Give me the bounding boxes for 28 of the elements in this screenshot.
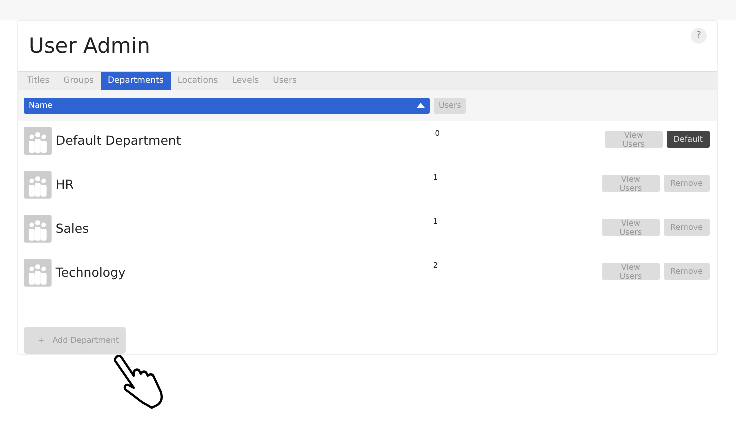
department-name: Default Department	[56, 133, 182, 148]
row-button[interactable]: View Users	[602, 219, 660, 236]
row-button[interactable]: Remove	[664, 175, 710, 192]
group-icon	[24, 171, 52, 199]
row-button[interactable]: View Users	[602, 263, 660, 280]
help-button[interactable]: ?	[691, 28, 707, 44]
row-button[interactable]: Default	[666, 131, 710, 148]
page-title: User Admin	[29, 34, 150, 58]
tab[interactable]: Titles	[20, 72, 57, 90]
group-icon	[24, 127, 52, 155]
row-button[interactable]: Remove	[664, 263, 710, 280]
department-name: HR	[56, 177, 75, 192]
add-department-button[interactable]: + Add Department	[24, 327, 126, 354]
sort-column[interactable]: Name	[24, 98, 430, 114]
tab[interactable]: Levels	[225, 72, 266, 90]
row-button[interactable]: View Users	[602, 175, 660, 192]
row-button[interactable]: Remove	[664, 219, 710, 236]
tab[interactable]: Locations	[170, 72, 226, 90]
department-name: Sales	[56, 221, 90, 236]
tab[interactable]: Groups	[56, 72, 101, 90]
tab[interactable]: Departments	[100, 72, 171, 90]
department-name: Technology	[56, 265, 127, 280]
sort-column[interactable]: Users	[434, 98, 466, 114]
group-icon	[24, 259, 52, 287]
tab[interactable]: Users	[266, 72, 304, 90]
group-icon	[24, 215, 52, 243]
row-button[interactable]: View Users	[605, 131, 663, 148]
sort-up-icon	[417, 103, 425, 108]
